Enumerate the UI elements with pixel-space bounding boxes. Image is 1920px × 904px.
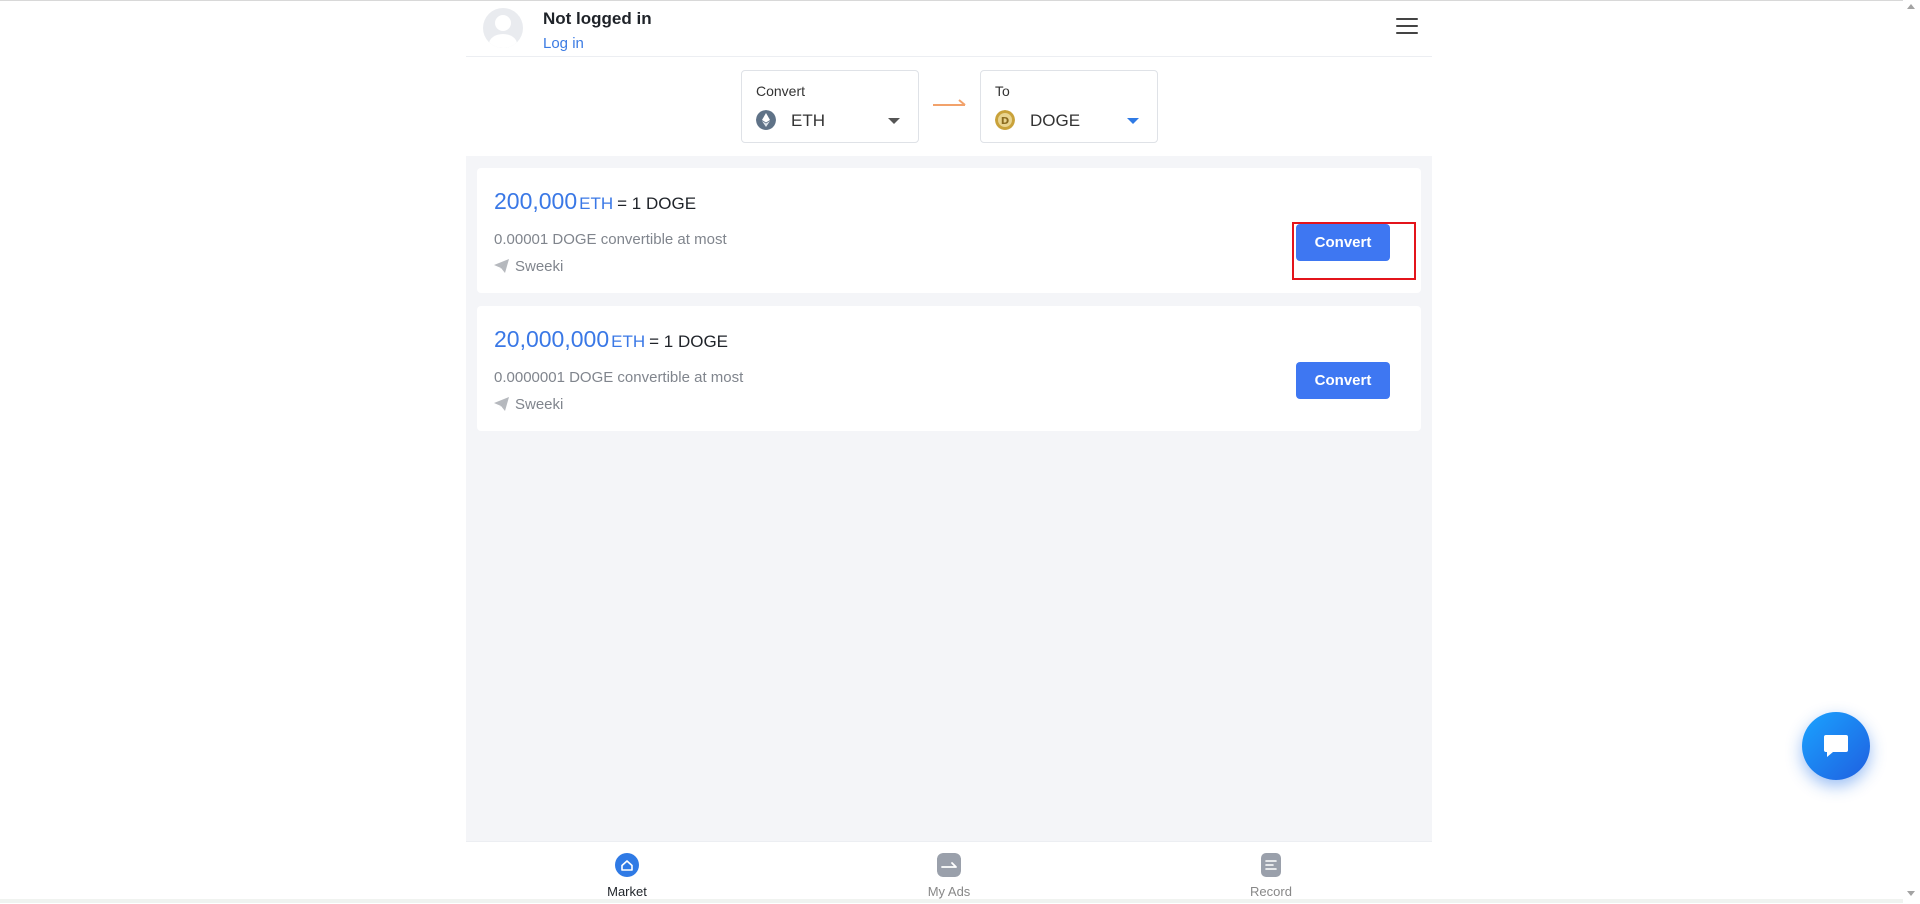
send-icon [494,259,509,273]
offer-card: 20,000,000 ETH = 1 DOGE 0.0000001 DOGE con… [477,306,1421,431]
avatar[interactable] [483,8,523,48]
offer-rate: 200,000 ETH = 1 DOGE [494,188,696,215]
scroll-down-icon[interactable] [1907,891,1915,896]
chat-button[interactable] [1802,712,1870,780]
app-container: Not logged in Log in Convert ETH To D DO… [466,1,1432,904]
nav-market[interactable]: Market [567,842,687,904]
home-icon [615,853,639,877]
svg-text:D: D [1001,116,1009,127]
merchant-name: Sweeki [515,396,564,413]
send-icon [494,397,509,411]
eth-icon [756,110,776,130]
bottom-nav: Market My Ads Record [466,841,1432,904]
offer-card: 200,000 ETH = 1 DOGE 0.00001 DOGE converti… [477,168,1421,293]
convert-button[interactable]: Convert [1296,224,1390,261]
doge-icon: D [995,110,1015,130]
offer-list: 200,000 ETH = 1 DOGE 0.00001 DOGE converti… [466,156,1432,841]
chevron-down-icon [888,118,900,124]
to-coin-name: DOGE [1030,111,1081,130]
user-status: Not logged in [543,9,652,28]
chevron-down-icon [1127,118,1139,124]
avatar-placeholder-icon [489,15,517,48]
currency-selector: Convert ETH To D DOGE [466,57,1432,155]
offer-merchant: Sweeki [494,396,563,413]
from-label: Convert [756,83,806,99]
offer-amount: 20,000,000 [494,326,610,352]
nav-record-label: Record [1250,884,1292,899]
offer-amount: 200,000 [494,188,578,214]
offer-limit: 0.00001 DOGE convertible at most [494,231,727,248]
to-label: To [995,83,1010,99]
offer-rate: 20,000,000 ETH = 1 DOGE [494,326,728,353]
nav-my-ads-label: My Ads [927,884,971,899]
offer-merchant: Sweeki [494,258,563,275]
arrow-right-icon [933,99,966,106]
to-currency-select[interactable]: To D DOGE [980,70,1158,143]
bottom-strip [0,899,1903,903]
scroll-up-icon[interactable] [1907,4,1915,9]
login-link[interactable]: Log in [543,35,584,52]
offer-equals: = 1 DOGE [649,332,729,351]
from-currency-select[interactable]: Convert ETH [741,70,919,143]
convert-button[interactable]: Convert [1296,362,1390,399]
merchant-name: Sweeki [515,258,564,275]
menu-icon[interactable] [1396,18,1418,38]
ads-icon [937,853,961,877]
nav-market-label: Market [607,884,647,899]
offer-unit: ETH [579,194,614,213]
offer-equals: = 1 DOGE [617,194,697,213]
offer-limit: 0.0000001 DOGE convertible at most [494,369,744,386]
from-coin-name: ETH [791,111,825,130]
nav-record[interactable]: Record [1211,842,1331,904]
nav-my-ads[interactable]: My Ads [889,842,1009,904]
offer-unit: ETH [611,332,646,351]
header: Not logged in Log in [466,1,1432,57]
chat-icon [1824,735,1848,757]
record-icon [1261,853,1281,877]
scrollbar[interactable] [1903,0,1920,903]
